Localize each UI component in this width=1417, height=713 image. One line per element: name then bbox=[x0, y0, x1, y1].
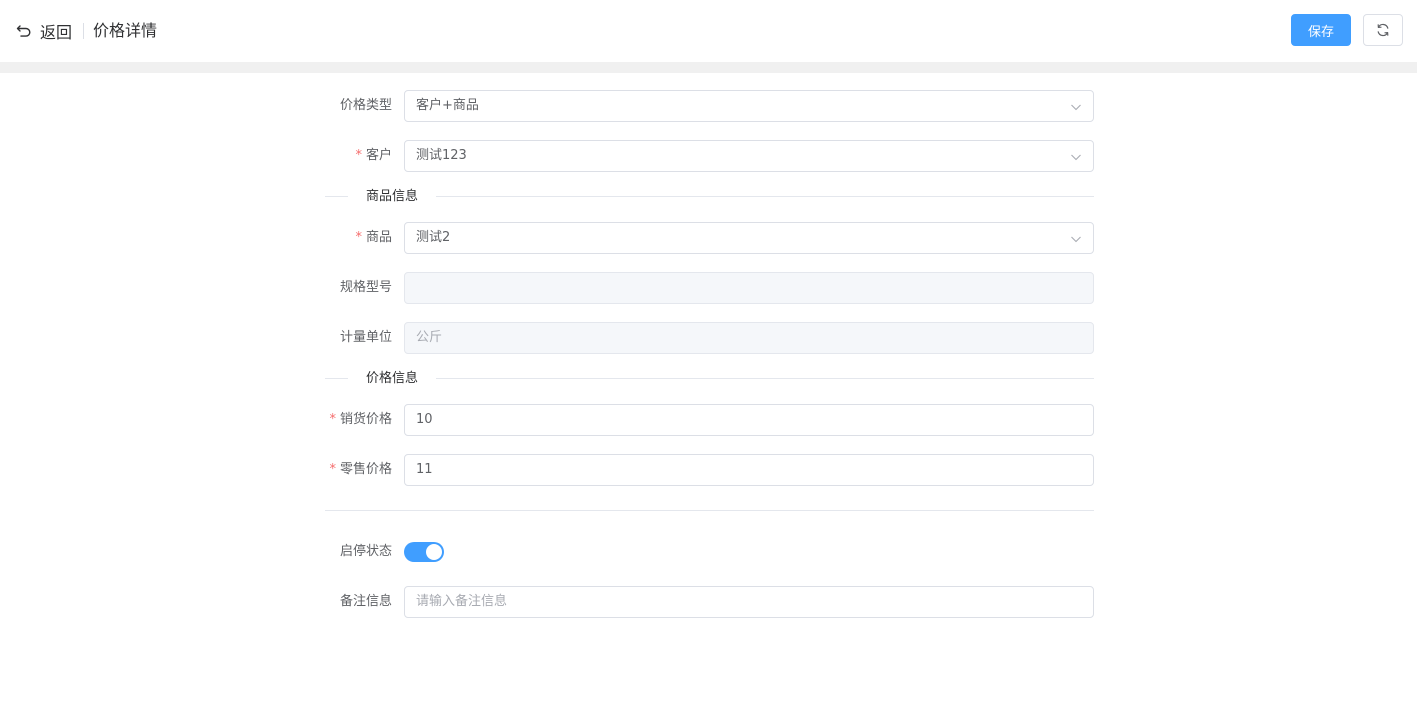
undo-arrow-icon bbox=[16, 25, 31, 37]
retail-price-label: * 零售价格 bbox=[329, 462, 392, 477]
unit-label: 计量单位 bbox=[339, 330, 392, 345]
unit-field: 公斤 bbox=[404, 322, 1094, 354]
section-divider-product bbox=[325, 196, 1094, 197]
unit-value: 公斤 bbox=[416, 330, 443, 345]
section-title-price: 价格信息 bbox=[348, 370, 437, 388]
price-type-value: 客户+商品 bbox=[416, 98, 479, 113]
refresh-button[interactable] bbox=[1363, 14, 1403, 46]
spec-label: 规格型号 bbox=[339, 280, 392, 295]
price-type-label: 价格类型 bbox=[339, 98, 392, 113]
remark-input[interactable]: 请输入备注信息 bbox=[404, 586, 1094, 618]
remark-placeholder: 请输入备注信息 bbox=[416, 594, 508, 609]
back-button[interactable]: 返回 bbox=[16, 20, 72, 42]
form-divider bbox=[325, 510, 1094, 511]
page-title: 价格详情 bbox=[93, 21, 158, 40]
page-header: 返回 价格详情 保存 bbox=[0, 0, 1417, 62]
sale-price-input[interactable]: 10 bbox=[404, 404, 1094, 436]
section-divider-price bbox=[325, 378, 1094, 379]
product-value: 测试2 bbox=[416, 230, 451, 245]
chevron-down-icon bbox=[1071, 236, 1081, 243]
price-type-select[interactable]: 客户+商品 bbox=[404, 90, 1094, 122]
status-label: 启停状态 bbox=[339, 544, 392, 559]
required-mark: * bbox=[355, 148, 362, 163]
customer-label: * 客户 bbox=[355, 148, 392, 163]
required-mark: * bbox=[329, 462, 336, 477]
customer-select[interactable]: 测试123 bbox=[404, 140, 1094, 172]
header-separator-band bbox=[0, 62, 1417, 73]
save-button[interactable]: 保存 bbox=[1291, 14, 1351, 46]
status-toggle[interactable] bbox=[404, 542, 444, 562]
sale-price-label: * 销货价格 bbox=[329, 412, 392, 427]
retail-price-value: 11 bbox=[416, 462, 433, 477]
section-title-product: 商品信息 bbox=[348, 188, 437, 206]
product-select[interactable]: 测试2 bbox=[404, 222, 1094, 254]
retail-price-input[interactable]: 11 bbox=[404, 454, 1094, 486]
back-label: 返回 bbox=[40, 23, 73, 42]
product-label: * 商品 bbox=[355, 230, 392, 245]
remark-label: 备注信息 bbox=[339, 594, 392, 609]
spec-field bbox=[404, 272, 1094, 304]
customer-value: 测试123 bbox=[416, 148, 467, 163]
required-mark: * bbox=[355, 230, 362, 245]
refresh-icon bbox=[1377, 23, 1389, 37]
toggle-knob bbox=[426, 544, 442, 560]
chevron-down-icon bbox=[1071, 104, 1081, 111]
sale-price-value: 10 bbox=[416, 412, 433, 427]
chevron-down-icon bbox=[1071, 154, 1081, 161]
header-divider bbox=[83, 23, 84, 39]
required-mark: * bbox=[329, 412, 336, 427]
